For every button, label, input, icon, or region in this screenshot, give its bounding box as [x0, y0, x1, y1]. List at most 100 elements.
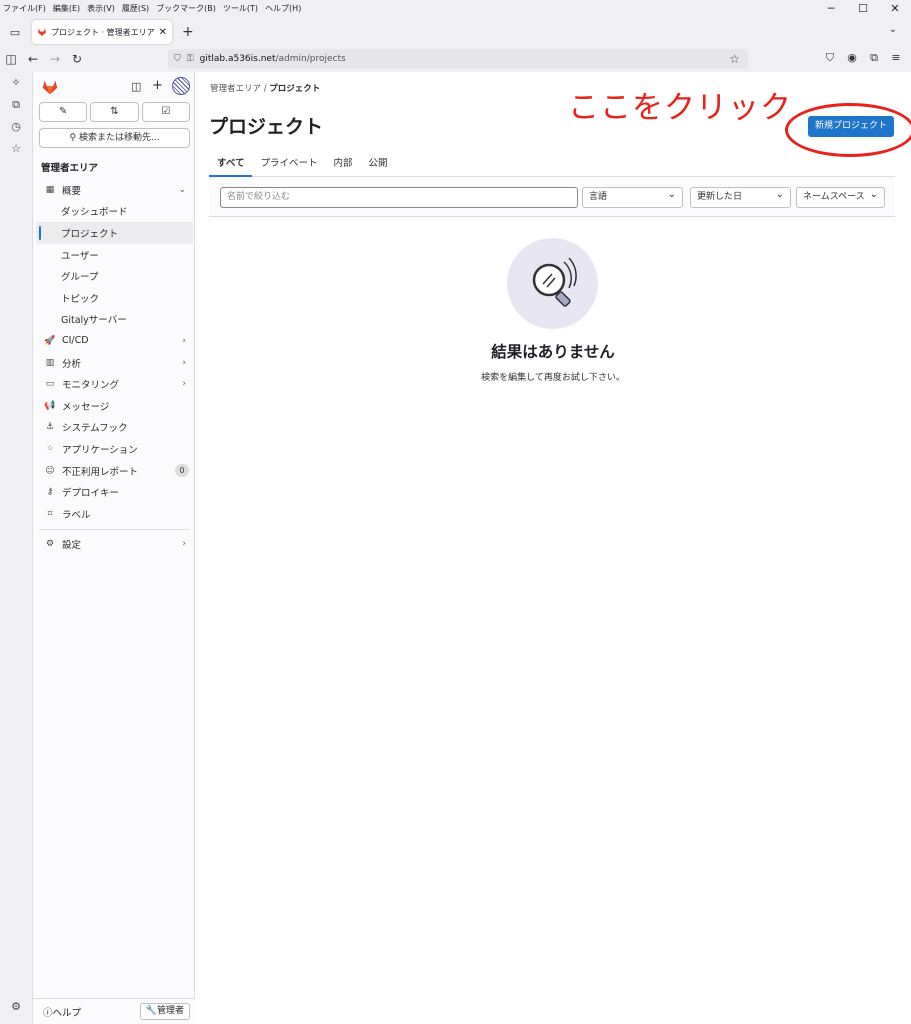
forward-icon[interactable]: → [44, 52, 66, 66]
sidebar-item-label: ユーザー [61, 250, 99, 262]
sidebar-item-dashboard[interactable]: ダッシュボード [33, 201, 196, 223]
lock-icon[interactable]: ⚿ [187, 54, 194, 64]
sidebar-item-messages[interactable]: 📢 メッセージ [33, 395, 196, 417]
synced-tabs-icon[interactable]: ⧉ [0, 94, 32, 116]
collapse-sidebar-icon[interactable]: ◫ [131, 80, 141, 93]
menu-help[interactable]: ヘルプ(H) [265, 3, 301, 14]
browser-tab-active[interactable]: プロジェクト · 管理者エリア · GitLab ✕ [32, 20, 172, 44]
chart-icon: ▥ [45, 357, 55, 368]
sidebar-item-label: プロジェクト [61, 228, 119, 240]
close-window-icon[interactable]: ✕ [879, 0, 911, 18]
project-tabs: すべて プライベート 内部 公開 [209, 151, 895, 177]
sidebar-item-label: ラベル [62, 509, 91, 521]
sidebar-item-users[interactable]: ユーザー [33, 244, 196, 266]
sidebar-item-system-hooks[interactable]: ⚓ システムフック [33, 417, 196, 439]
tab-internal[interactable]: 内部 [325, 151, 360, 177]
avatar[interactable] [172, 77, 190, 95]
extensions-icon[interactable]: ⧉ [863, 51, 885, 65]
sidebar-item-label: メッセージ [62, 401, 110, 413]
nav-bar: ◫ ← → ↻ ⛉ ⚿ gitlab.a536is.net/admin/proj… [0, 46, 911, 72]
menu-view[interactable]: 表示(V) [87, 3, 115, 14]
tab-private[interactable]: プライベート [252, 151, 325, 177]
address-bar[interactable]: ⛉ ⚿ gitlab.a536is.net/admin/projects ☆ [168, 49, 748, 69]
back-icon[interactable]: ← [22, 52, 44, 66]
bookmark-star-icon[interactable]: ☆ [729, 52, 740, 66]
reload-icon[interactable]: ↻ [66, 52, 88, 66]
tab-title: プロジェクト · 管理者エリア · GitLab [51, 27, 156, 37]
divider [39, 528, 190, 530]
search-icon: ⚲ [69, 133, 77, 143]
help-label: ヘルプ [52, 1008, 82, 1019]
empty-state-title: 結果はありません [491, 343, 615, 361]
menu-file[interactable]: ファイル(F) [3, 3, 46, 14]
sidebar-item-applications[interactable]: ⁘ アプリケーション [33, 438, 196, 460]
menu-tools[interactable]: ツール(T) [223, 3, 258, 14]
shield-icon[interactable]: ⛉ [174, 54, 181, 64]
breadcrumb-current[interactable]: プロジェクト [269, 84, 320, 94]
todos-button[interactable]: ☑ [141, 102, 190, 122]
sidebar-item-label: 概要 [62, 185, 82, 197]
sidebar-item-gitaly[interactable]: Gitalyサーバー [33, 309, 196, 331]
wrench-icon: 🔧 [145, 1006, 157, 1016]
ai-chat-icon[interactable]: ✧ [0, 72, 32, 94]
minimize-icon[interactable]: ─ [815, 0, 847, 18]
language-dropdown[interactable]: 言語 [582, 185, 683, 208]
sidebar-item-label: モニタリング [62, 380, 120, 392]
sidebar-item-abuse-reports[interactable]: ☺ 不正利用レポート 0 [33, 460, 196, 482]
sidebar-item-deploy-keys[interactable]: ⚷ デプロイキー [33, 481, 196, 503]
sidebar-nav: ▦ 概要 ⌄ ダッシュボード プロジェクト ユーザー グループ トピック Gital… [33, 179, 196, 555]
history-icon[interactable]: ◷ [0, 116, 32, 138]
sidebar-item-label: ダッシュボード [61, 207, 128, 219]
menu-edit[interactable]: 編集(E) [53, 3, 80, 14]
sidebar-item-labels[interactable]: ⌗ ラベル [33, 503, 196, 525]
menu-history[interactable]: 履歴(S) [122, 3, 149, 14]
hamburger-menu-icon[interactable]: ≡ [885, 51, 907, 65]
sidebar-item-cicd[interactable]: 🚀 CI/CD › [33, 330, 196, 352]
sidebar-item-monitoring[interactable]: ▭ モニタリング › [33, 373, 196, 395]
sidebar-item-label: CI/CD [62, 335, 89, 347]
filter-bar: 名前で絞り込む 言語 更新した日 ネームスペース [209, 177, 895, 217]
bookmarks-icon[interactable]: ☆ [0, 138, 32, 160]
close-tab-icon[interactable]: ✕ [159, 27, 167, 38]
customize-sidebar-icon[interactable]: ⚙ [0, 996, 32, 1018]
tab-overflow-icon[interactable]: ⌄ [889, 24, 897, 35]
sidebar-toggle-icon[interactable]: ◫ [0, 52, 22, 66]
admin-label: 管理者 [156, 1006, 184, 1016]
sidebar-item-label: 設定 [62, 540, 82, 552]
sidebar-item-projects[interactable]: プロジェクト [36, 222, 193, 244]
tab-list-icon[interactable]: ▭ [4, 26, 26, 39]
quick-actions: ✎ ⇅ ☑ [39, 102, 190, 122]
merge-requests-button[interactable]: ⇅ [90, 102, 139, 122]
pocket-icon[interactable]: ⛉ [819, 51, 841, 65]
sidebar-item-settings[interactable]: ⚙ 設定 › [33, 534, 196, 556]
maximize-icon[interactable]: ☐ [847, 0, 879, 18]
admin-button[interactable]: 🔧管理者 [139, 1003, 190, 1020]
sidebar-item-label: 不正利用レポート [62, 466, 139, 478]
breadcrumb-root[interactable]: 管理者エリア [210, 84, 261, 94]
sidebar-item-label: グループ [61, 272, 99, 284]
menu-bookmarks[interactable]: ブックマーク(B) [156, 3, 216, 14]
sidebar-item-analytics[interactable]: ▥ 分析 › [33, 352, 196, 374]
sidebar-item-topics[interactable]: トピック [33, 287, 196, 309]
help-icon: ⓘ [43, 1008, 53, 1019]
chevron-down-icon: ⌄ [178, 184, 186, 195]
search-button[interactable]: ⚲ 検索または移動先... [39, 128, 190, 148]
empty-state-illustration [507, 238, 598, 329]
account-icon[interactable]: ◉ [841, 51, 863, 65]
tab-all[interactable]: すべて [209, 151, 253, 177]
issues-button[interactable]: ✎ [39, 102, 88, 122]
help-button[interactable]: ⓘヘルプ [43, 1005, 81, 1019]
sidebar-item-overview[interactable]: ▦ 概要 ⌄ [33, 179, 196, 201]
namespace-dropdown[interactable]: ネームスペース [796, 185, 885, 208]
tab-public[interactable]: 公開 [361, 151, 396, 177]
chevron-right-icon: › [182, 379, 186, 390]
overview-icon: ▦ [45, 184, 55, 195]
label-icon: ⌗ [47, 508, 53, 519]
gitlab-logo-icon[interactable] [41, 78, 59, 96]
new-tab-icon[interactable]: + [182, 24, 194, 40]
sidebar-item-groups[interactable]: グループ [33, 265, 196, 287]
create-new-icon[interactable]: + [152, 78, 163, 93]
sort-dropdown[interactable]: 更新した日 [690, 185, 791, 208]
filter-name-input[interactable]: 名前で絞り込む [220, 187, 578, 208]
search-label: 検索または移動先... [78, 133, 160, 143]
